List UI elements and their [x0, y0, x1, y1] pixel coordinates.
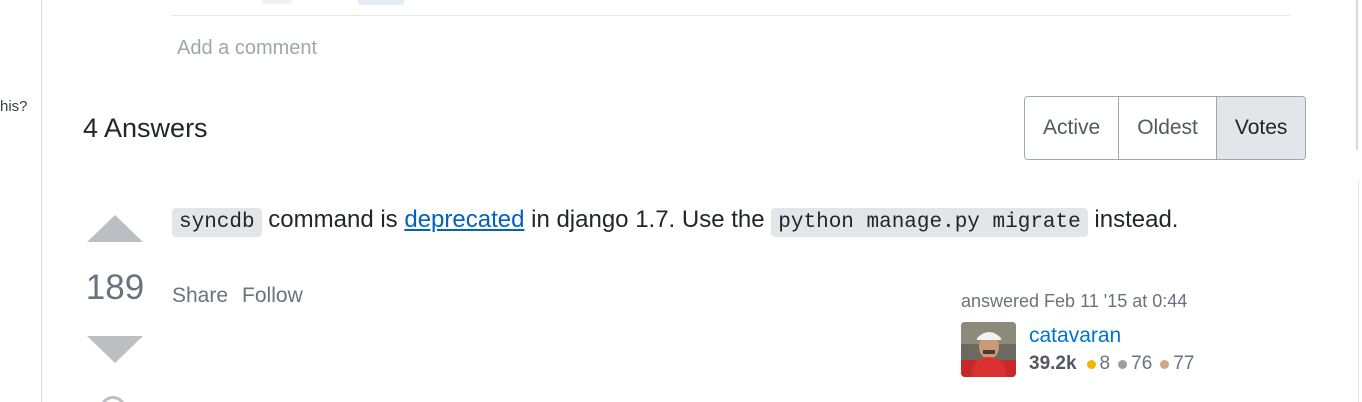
avatar-image: [961, 322, 1016, 377]
right-edge-divider: [1356, 0, 1362, 150]
bronze-badge-count: 77: [1173, 353, 1195, 374]
user-stats: 39.2k 8 76 77: [1029, 353, 1202, 375]
answers-count-heading: 4 Answers: [83, 113, 208, 143]
inline-code: syncdb: [172, 208, 262, 237]
sidebar-fragment[interactable]: his?: [0, 98, 28, 115]
gold-badge-icon: [1086, 359, 1096, 369]
sort-active-button[interactable]: Active: [1025, 97, 1120, 159]
post-menu: Share Follow: [172, 284, 303, 308]
answer-text: command is: [261, 206, 405, 233]
sort-oldest-button[interactable]: Oldest: [1119, 97, 1217, 159]
gold-badge: 8: [1086, 353, 1111, 375]
silver-badge-count: 76: [1131, 353, 1153, 374]
deprecated-link[interactable]: deprecated: [404, 206, 524, 233]
bronze-badge-icon: [1160, 359, 1170, 369]
answer-text: in django 1.7. Use the: [524, 206, 772, 233]
inline-code: python manage.py migrate: [771, 208, 1088, 237]
silver-badge: 76: [1118, 353, 1152, 375]
question-tag-partial[interactable]: [262, 0, 292, 4]
answer-sort-group: Active Oldest Votes: [1024, 96, 1307, 160]
answer-body: syncdb command is deprecated in django 1…: [172, 204, 1178, 239]
bronze-badge: 77: [1160, 353, 1194, 375]
right-edge-divider: [1358, 180, 1362, 402]
user-name-link[interactable]: catavaran: [1029, 324, 1121, 348]
vote-count: 189: [85, 268, 145, 307]
triangle-up-icon[interactable]: [87, 215, 143, 242]
add-comment-link[interactable]: Add a comment: [177, 37, 317, 60]
answered-timestamp[interactable]: answered Feb 11 '15 at 0:44: [961, 291, 1187, 312]
sort-votes-button[interactable]: Votes: [1216, 97, 1306, 159]
left-divider: [41, 0, 42, 402]
question-tag-partial[interactable]: [358, 0, 404, 5]
answer-page: his? Add a comment 4 Answers Active Olde…: [0, 0, 1362, 402]
silver-badge-icon: [1118, 359, 1128, 369]
reputation-score: 39.2k: [1029, 353, 1077, 374]
answer-text: instead.: [1087, 206, 1179, 233]
avatar[interactable]: [961, 322, 1016, 377]
comment-divider: [172, 15, 1290, 16]
gold-badge-count: 8: [1099, 353, 1111, 374]
share-link[interactable]: Share: [172, 284, 228, 308]
triangle-down-icon[interactable]: [87, 336, 143, 363]
follow-link[interactable]: Follow: [242, 284, 303, 308]
bookmark-icon[interactable]: [100, 396, 126, 402]
